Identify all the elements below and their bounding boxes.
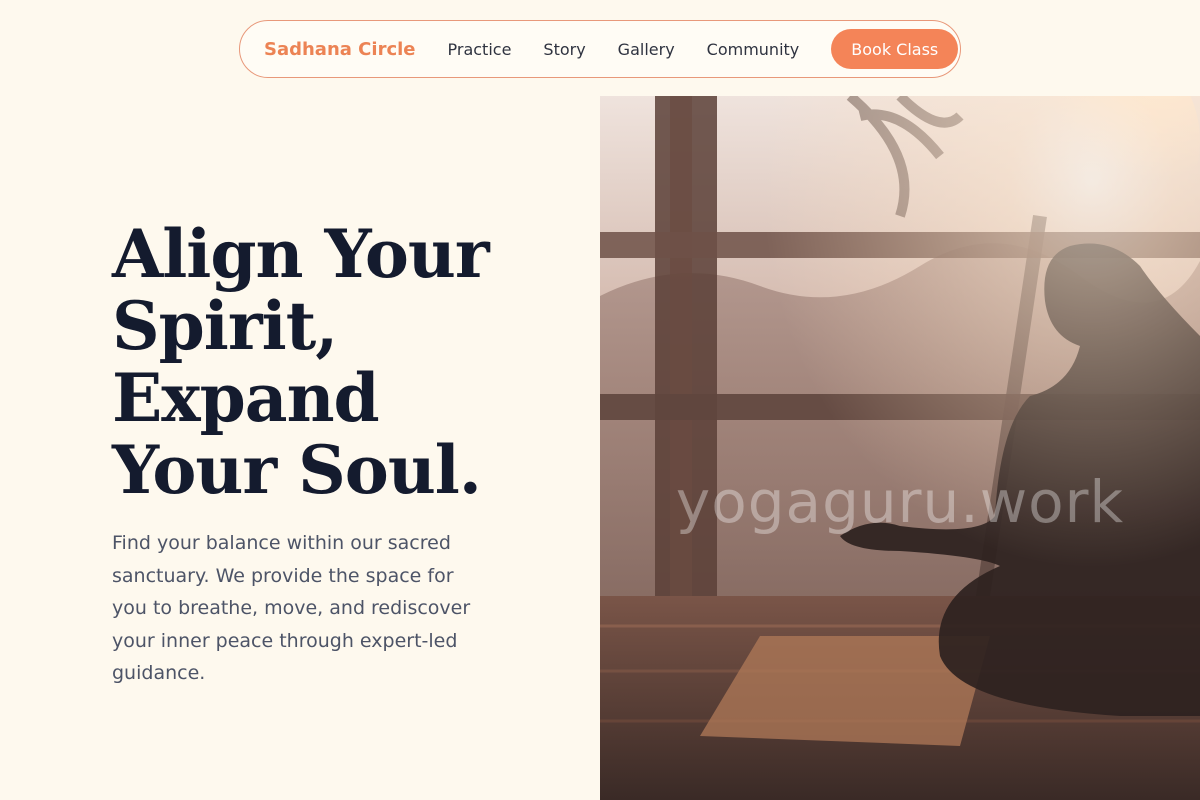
meditation-scene-illustration [600,96,1200,800]
book-class-button[interactable]: Book Class [831,29,959,69]
brand-logo[interactable]: Sadhana Circle [264,39,416,60]
hero-description: Find your balance within our sacred sanc… [112,532,471,684]
image-watermark: yogaguru.work [675,468,1125,536]
nav-link-gallery[interactable]: Gallery [618,40,675,59]
nav-link-community[interactable]: Community [707,40,800,59]
hero-headline: Align Your Spirit, Expand Your Soul. [112,218,582,506]
headline-line: Expand [112,359,380,437]
headline-line: Spirit, [112,287,338,365]
hero-image: yogaguru.work [600,96,1200,800]
nav-link-practice[interactable]: Practice [448,40,512,59]
nav-link-story[interactable]: Story [543,40,585,59]
top-navigation: Sadhana Circle Practice Story Gallery Co… [239,20,961,78]
headline-line: Your Soul. [112,431,482,509]
headline-line: Align Your [112,215,490,293]
